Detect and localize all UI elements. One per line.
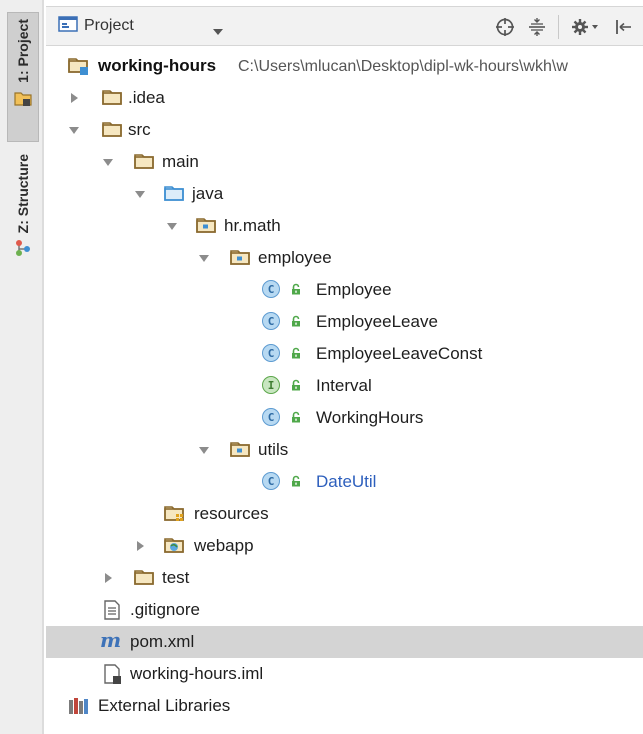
chevron-right-icon[interactable]	[102, 572, 114, 584]
interface-icon: I	[262, 376, 280, 394]
tree-node-class-employee-label: Employee	[316, 280, 392, 299]
project-tree[interactable]: working-hours C:\Users\mlucan\Desktop\di…	[46, 48, 643, 734]
tree-node-idea[interactable]: .idea	[46, 82, 643, 114]
package-icon	[230, 440, 250, 458]
tree-node-main[interactable]: main	[46, 146, 643, 178]
tree-node-class-workinghours-label: WorkingHours	[316, 408, 424, 427]
source-folder-icon	[164, 184, 184, 202]
tree-node-hrmath[interactable]: hr.math	[46, 210, 643, 242]
tree-node-pom[interactable]: m pom.xml	[46, 626, 643, 658]
tree-node-webapp[interactable]: webapp	[46, 530, 643, 562]
tree-node-class-workinghours[interactable]: C WorkingHours	[46, 402, 643, 434]
tree-node-class-employeeleaveconst-label: EmployeeLeaveConst	[316, 344, 483, 363]
collapse-all-icon[interactable]	[526, 16, 548, 38]
lock-icon	[290, 347, 302, 359]
text-file-icon	[104, 600, 120, 625]
tree-node-utils-package-label: utils	[258, 440, 289, 459]
tree-node-root-path: C:\Users\mlucan\Desktop\dipl-wk-hours\wk…	[238, 58, 568, 75]
class-icon: C	[262, 344, 280, 362]
side-tab-project-label: 1: Project	[15, 19, 31, 83]
side-tab-project[interactable]: 1: Project	[7, 12, 39, 142]
tree-node-class-employee[interactable]: C Employee	[46, 274, 643, 306]
module-file-icon	[104, 664, 122, 689]
folder-icon	[134, 152, 154, 170]
chevron-right-icon[interactable]	[134, 540, 146, 552]
tree-node-webapp-label: webapp	[194, 536, 254, 555]
project-folder-icon	[14, 91, 32, 111]
tree-node-java-label: java	[192, 184, 224, 203]
tree-node-employee-package[interactable]: employee	[46, 242, 643, 274]
tree-node-gitignore[interactable]: .gitignore	[46, 594, 643, 626]
class-icon: C	[262, 408, 280, 426]
tree-node-pom-label: pom.xml	[130, 632, 195, 651]
project-panel-header: Project	[46, 6, 643, 46]
tree-node-hrmath-label: hr.math	[224, 216, 281, 235]
tree-node-test[interactable]: test	[46, 562, 643, 594]
resources-folder-icon	[164, 504, 186, 529]
class-icon: C	[262, 280, 280, 298]
libraries-icon	[68, 696, 90, 721]
tree-node-external-libraries[interactable]: External Libraries	[46, 690, 643, 722]
side-tab-structure[interactable]: Z: Structure	[7, 150, 39, 280]
module-folder-icon	[68, 56, 90, 81]
side-tab-structure-label: Z: Structure	[15, 154, 31, 234]
chevron-down-icon[interactable]	[134, 188, 146, 200]
maven-icon: m	[100, 628, 122, 652]
folder-icon	[134, 568, 154, 586]
chevron-down-icon[interactable]	[102, 156, 114, 168]
class-icon: C	[262, 472, 280, 490]
tree-node-src[interactable]: src	[46, 114, 643, 146]
structure-icon	[14, 239, 32, 261]
tree-node-root[interactable]: working-hours C:\Users\mlucan\Desktop\di…	[46, 50, 643, 82]
gear-icon[interactable]	[570, 16, 602, 38]
tree-node-interface-interval[interactable]: I Interval	[46, 370, 643, 402]
tool-window-strip: 1: Project Z: Structure	[0, 0, 44, 734]
chevron-down-icon[interactable]	[68, 124, 80, 136]
target-icon[interactable]	[494, 16, 516, 38]
project-view-icon	[58, 15, 78, 37]
tree-node-resources[interactable]: resources	[46, 498, 643, 530]
web-folder-icon	[164, 536, 186, 561]
tree-node-utils-package[interactable]: utils	[46, 434, 643, 466]
tree-node-gitignore-label: .gitignore	[130, 600, 200, 619]
tree-node-idea-label: .idea	[128, 88, 165, 107]
tree-node-class-dateutil-label: DateUtil	[316, 472, 377, 491]
tree-node-class-dateutil[interactable]: C DateUtil	[46, 466, 643, 498]
package-icon	[230, 248, 250, 266]
lock-icon	[290, 379, 302, 391]
tree-node-src-label: src	[128, 120, 151, 139]
tree-node-employee-package-label: employee	[258, 248, 332, 267]
lock-icon	[290, 283, 302, 295]
tree-node-class-employeeleave[interactable]: C EmployeeLeave	[46, 306, 643, 338]
chevron-down-icon	[212, 21, 224, 40]
tree-node-external-libraries-label: External Libraries	[98, 696, 231, 715]
package-icon	[196, 216, 216, 234]
tree-node-class-employeeleave-label: EmployeeLeave	[316, 312, 438, 331]
folder-icon	[102, 88, 122, 106]
tree-node-iml-label: working-hours.iml	[130, 664, 264, 683]
view-selector-dropdown[interactable]: Project	[58, 13, 224, 39]
class-icon: C	[262, 312, 280, 330]
tree-node-main-label: main	[162, 152, 199, 171]
toolbar-separator	[558, 15, 559, 39]
view-selector-label: Project	[84, 17, 134, 34]
tree-node-resources-label: resources	[194, 504, 269, 523]
chevron-down-icon[interactable]	[166, 220, 178, 232]
tree-node-interface-interval-label: Interval	[316, 376, 372, 395]
tree-node-iml[interactable]: working-hours.iml	[46, 658, 643, 690]
tree-node-test-label: test	[162, 568, 190, 587]
tree-node-class-employeeleaveconst[interactable]: C EmployeeLeaveConst	[46, 338, 643, 370]
folder-icon	[102, 120, 122, 138]
lock-icon	[290, 315, 302, 327]
tree-node-java[interactable]: java	[46, 178, 643, 210]
hide-panel-icon[interactable]	[612, 16, 634, 38]
tree-node-root-label: working-hours	[98, 56, 217, 75]
lock-icon	[290, 411, 302, 423]
chevron-right-icon[interactable]	[68, 92, 80, 104]
lock-icon	[290, 475, 302, 487]
chevron-down-icon[interactable]	[198, 444, 210, 456]
chevron-down-icon[interactable]	[198, 252, 210, 264]
